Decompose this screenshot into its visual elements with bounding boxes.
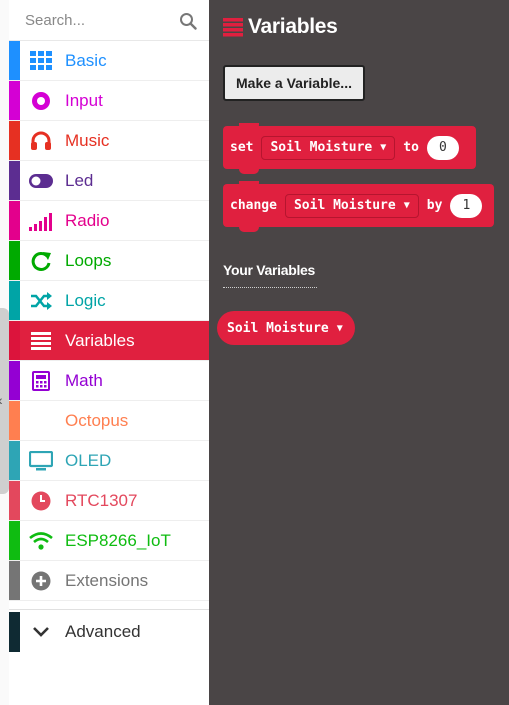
block-notch xyxy=(239,181,259,187)
headphones-icon xyxy=(29,130,53,152)
category-color-bar xyxy=(9,441,20,480)
category-label: Extensions xyxy=(65,571,149,590)
category-octopus[interactable]: Octopus xyxy=(9,401,209,441)
flyout-header: Variables xyxy=(223,14,338,40)
by-keyword: by xyxy=(426,198,443,213)
variable-name: Soil Moisture xyxy=(227,320,329,336)
chevron-down-icon xyxy=(33,627,49,637)
category-color-bar xyxy=(9,521,20,560)
category-music[interactable]: Music xyxy=(9,121,209,161)
category-color-bar xyxy=(9,241,20,280)
category-color-bar xyxy=(9,281,20,320)
calculator-icon xyxy=(29,370,53,392)
signal-bars-icon xyxy=(29,210,53,232)
chevron-left-icon: ‹ xyxy=(0,392,3,408)
category-logic[interactable]: Logic xyxy=(9,281,209,321)
category-label: RTC1307 xyxy=(65,491,138,510)
category-label: Radio xyxy=(65,211,110,230)
category-color-bar xyxy=(9,201,20,240)
grid-icon xyxy=(29,50,53,72)
category-label: Led xyxy=(65,171,94,190)
category-label: ESP8266_IoT xyxy=(65,531,171,550)
value-input[interactable]: 0 xyxy=(426,135,459,160)
category-input[interactable]: Input xyxy=(9,81,209,121)
category-label: OLED xyxy=(65,451,112,470)
variable-name: Soil Moisture xyxy=(270,140,373,155)
category-label: Logic xyxy=(65,291,106,310)
monitor-icon xyxy=(29,450,53,472)
toolbox-sidebar: Basic Input Music Led xyxy=(9,0,209,705)
shuffle-icon xyxy=(29,290,53,312)
category-math[interactable]: Math xyxy=(9,361,209,401)
variable-dropdown[interactable]: Soil Moisture ▼ xyxy=(284,193,419,218)
category-label: Basic xyxy=(65,51,107,70)
category-label: Variables xyxy=(65,331,135,350)
category-color-bar xyxy=(9,321,20,360)
category-color-bar xyxy=(9,361,20,400)
flyout-title: Variables xyxy=(248,15,338,38)
list-icon xyxy=(223,18,243,37)
category-label: Input xyxy=(65,91,103,110)
category-esp8266-iot[interactable]: ESP8266_IoT xyxy=(9,521,209,561)
category-oled[interactable]: OLED xyxy=(9,441,209,481)
list-icon xyxy=(29,330,53,352)
category-color-bar xyxy=(9,161,20,200)
to-keyword: to xyxy=(403,140,419,155)
category-color-bar xyxy=(9,612,20,652)
category-color-bar xyxy=(9,481,20,520)
category-label: Math xyxy=(65,371,103,390)
category-color-bar xyxy=(9,81,20,120)
search-icon[interactable] xyxy=(179,12,197,30)
search-input[interactable] xyxy=(23,8,177,32)
category-label: Loops xyxy=(65,251,112,270)
category-loops[interactable]: Loops xyxy=(9,241,209,281)
caret-down-icon: ▼ xyxy=(336,322,343,334)
make-variable-button[interactable]: Make a Variable... xyxy=(223,65,365,101)
category-rtc1307[interactable]: RTC1307 xyxy=(9,481,209,521)
category-variables[interactable]: Variables xyxy=(9,321,209,361)
change-variable-block[interactable]: change Soil Moisture ▼ by 1 xyxy=(223,181,494,232)
category-label: Music xyxy=(65,131,110,150)
value-input[interactable]: 1 xyxy=(450,193,483,218)
wifi-icon xyxy=(29,530,53,552)
toggle-icon xyxy=(29,170,53,192)
category-color-bar xyxy=(9,561,20,600)
variable-block-soil-moisture[interactable]: Soil Moisture ▼ xyxy=(217,311,355,345)
target-icon xyxy=(29,90,53,112)
category-label: Octopus xyxy=(65,411,129,430)
toolbox-search xyxy=(9,0,209,41)
caret-down-icon: ▼ xyxy=(403,200,410,211)
category-color-bar xyxy=(9,401,20,440)
heading-underline xyxy=(223,287,317,288)
category-color-bar xyxy=(9,121,20,160)
set-keyword: set xyxy=(230,140,254,155)
variables-flyout: Variables Make a Variable... set Soil Mo… xyxy=(209,0,509,705)
category-led[interactable]: Led xyxy=(9,161,209,201)
clock-icon xyxy=(29,490,53,512)
block-notch xyxy=(239,225,259,232)
category-color-bar xyxy=(9,41,20,80)
block-notch xyxy=(239,123,259,129)
category-advanced[interactable]: Advanced xyxy=(9,612,209,652)
plus-circle-icon xyxy=(29,570,53,592)
category-basic[interactable]: Basic xyxy=(9,41,209,81)
variable-dropdown[interactable]: Soil Moisture ▼ xyxy=(261,135,396,160)
category-radio[interactable]: Radio xyxy=(9,201,209,241)
advanced-separator xyxy=(9,601,209,610)
loop-arrow-icon xyxy=(29,250,53,272)
category-extensions[interactable]: Extensions xyxy=(9,561,209,601)
variable-name: Soil Moisture xyxy=(293,198,396,213)
your-variables-heading: Your Variables xyxy=(223,262,316,278)
set-variable-block[interactable]: set Soil Moisture ▼ to 0 xyxy=(223,123,476,174)
change-keyword: change xyxy=(230,198,277,213)
sidebar-collapse-handle[interactable]: ‹ xyxy=(0,308,9,494)
advanced-label: Advanced xyxy=(65,622,141,641)
caret-down-icon: ▼ xyxy=(380,142,387,153)
block-notch xyxy=(239,167,259,174)
